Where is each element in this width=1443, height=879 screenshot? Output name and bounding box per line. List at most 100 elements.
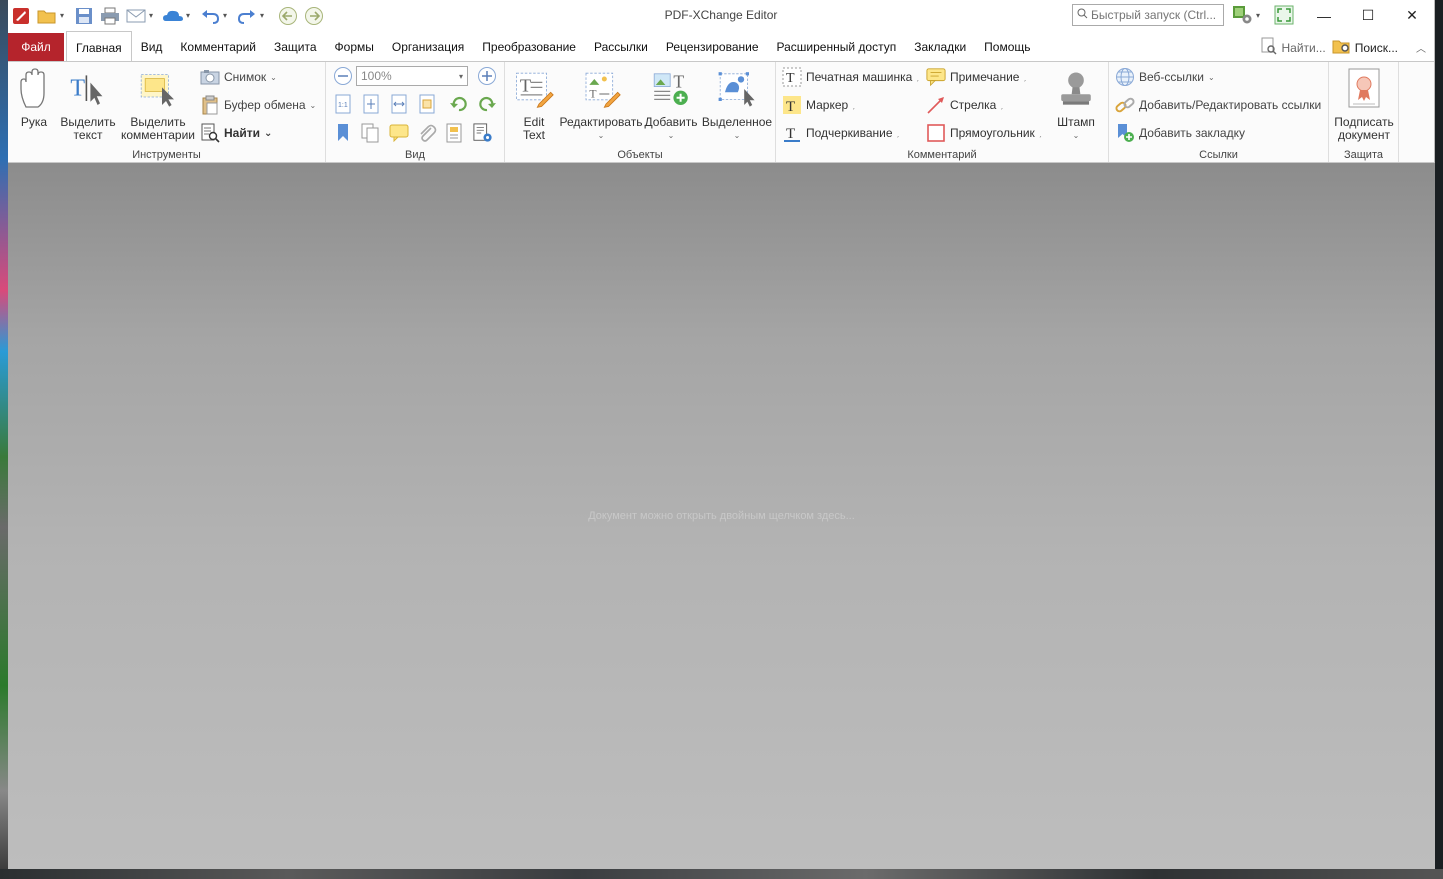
tab-share[interactable]: Расширенный доступ <box>768 33 906 61</box>
tab-organize[interactable]: Организация <box>383 33 473 61</box>
collapse-ribbon-icon[interactable]: ︿ <box>1416 40 1426 55</box>
note-dropdown-icon[interactable]: ˏ <box>1023 73 1026 82</box>
underline-dropdown-icon[interactable]: ˏ <box>897 129 900 138</box>
find-tool-button[interactable]: Найти ⌄ <box>200 122 272 144</box>
tab-help[interactable]: Помощь <box>975 33 1039 61</box>
edit-objects-dropdown-icon[interactable]: ⌄ <box>598 129 605 142</box>
email-dropdown-icon[interactable]: ▾ <box>149 11 157 20</box>
web-links-dropdown-icon[interactable]: ⌄ <box>1208 73 1215 82</box>
arrow-button[interactable]: Стрелка ˏ <box>926 94 1003 116</box>
redo-dropdown-icon[interactable]: ▾ <box>260 11 268 20</box>
fullscreen-icon[interactable] <box>1273 4 1295 26</box>
add-bookmark-button[interactable]: Добавить закладку <box>1115 122 1245 144</box>
clipboard-button[interactable]: Буфер обмена ⌄ <box>200 94 316 116</box>
tab-mailings[interactable]: Рассылки <box>585 33 657 61</box>
undo-dropdown-icon[interactable]: ▾ <box>223 11 231 20</box>
clipboard-dropdown-icon[interactable]: ⌄ <box>310 101 317 110</box>
edit-text-button[interactable]: T Edit Text <box>509 66 559 142</box>
add-objects-button[interactable]: T Добавить ⌄ <box>643 66 699 142</box>
note-button[interactable]: Примечание ˏ <box>926 66 1026 88</box>
settings-dropdown-icon[interactable]: ▾ <box>1256 11 1264 20</box>
settings-icon[interactable] <box>1232 4 1254 26</box>
add-edit-links-button[interactable]: Добавить/Редактировать ссылки <box>1115 94 1321 116</box>
selected-objects-dropdown-icon[interactable]: ⌄ <box>734 129 741 142</box>
hand-tool-button[interactable]: Рука <box>14 66 54 129</box>
typewriter-dropdown-icon[interactable]: ˏ <box>916 73 919 82</box>
find-doc-icon <box>1260 37 1278 58</box>
email-icon[interactable] <box>125 5 147 27</box>
selected-objects-button[interactable]: Выделенное ⌄ <box>701 66 773 142</box>
cloud-icon[interactable] <box>162 5 184 27</box>
tab-forms[interactable]: Формы <box>326 33 383 61</box>
web-links-button[interactable]: Веб-ссылки ⌄ <box>1115 66 1215 88</box>
bookmark-icon[interactable] <box>333 123 353 143</box>
zoom-combo[interactable]: 100% ▾ <box>356 66 468 86</box>
add-objects-icon: T <box>651 66 691 112</box>
tab-view[interactable]: Вид <box>132 33 172 61</box>
highlight-button[interactable]: T Маркер ˏ <box>782 94 855 116</box>
rectangle-dropdown-icon[interactable]: ˏ <box>1039 129 1042 138</box>
typewriter-button[interactable]: T Печатная машинка ˏ <box>782 66 919 88</box>
open-dropdown-icon[interactable]: ▾ <box>60 11 68 20</box>
add-objects-dropdown-icon[interactable]: ⌄ <box>668 129 675 142</box>
tab-file[interactable]: Файл <box>8 33 64 61</box>
tab-bookmarks[interactable]: Закладки <box>905 33 975 61</box>
fit-page-icon[interactable] <box>361 94 381 114</box>
fit-width-icon[interactable] <box>389 94 409 114</box>
attachments-icon[interactable] <box>417 123 437 143</box>
tab-comment[interactable]: Комментарий <box>171 33 265 61</box>
zoom-in-icon[interactable] <box>477 66 497 86</box>
tab-protect[interactable]: Защита <box>265 33 326 61</box>
arrow-dropdown-icon[interactable]: ˏ <box>1000 101 1003 110</box>
zoom-dropdown-icon[interactable]: ▾ <box>459 72 463 81</box>
undo-icon[interactable] <box>199 5 221 27</box>
cloud-dropdown-icon[interactable]: ▾ <box>186 11 194 20</box>
tab-review[interactable]: Рецензирование <box>657 33 768 61</box>
underline-label: Подчеркивание <box>806 126 893 140</box>
quick-launch-box[interactable] <box>1072 4 1224 26</box>
find-button[interactable]: Найти... <box>1260 37 1326 58</box>
document-settings-icon[interactable] <box>473 123 493 143</box>
group-links-label: Ссылки <box>1199 149 1238 161</box>
rotate-right-icon[interactable] <box>477 94 497 114</box>
stamp-dropdown-icon[interactable]: ⌄ <box>1073 129 1080 142</box>
snapshot-dropdown-icon[interactable]: ⌄ <box>270 73 277 82</box>
maximize-button[interactable]: ☐ <box>1346 0 1390 31</box>
tab-convert[interactable]: Преобразование <box>473 33 585 61</box>
actual-size-icon[interactable]: 1:1 <box>333 94 353 114</box>
select-comments-button[interactable]: Выделить комментарии <box>120 66 196 142</box>
open-folder-icon[interactable] <box>36 5 58 27</box>
rectangle-button[interactable]: Прямоугольник ˏ <box>926 122 1041 144</box>
back-icon[interactable] <box>277 5 299 27</box>
search-button[interactable]: Поиск... <box>1332 37 1398 58</box>
fit-visible-icon[interactable] <box>417 94 437 114</box>
redo-icon[interactable] <box>236 5 258 27</box>
tab-home[interactable]: Главная <box>66 31 132 61</box>
edit-objects-button[interactable]: T Редактировать ⌄ <box>560 66 642 142</box>
select-text-button[interactable]: T Выделить текст <box>60 66 116 142</box>
find-label: Найти... <box>1281 40 1326 55</box>
zoom-out-icon[interactable] <box>333 66 353 86</box>
print-icon[interactable] <box>99 5 121 27</box>
comments-panel-icon[interactable] <box>389 123 409 143</box>
pages-icon[interactable] <box>361 123 381 143</box>
rotate-left-icon[interactable] <box>449 94 469 114</box>
save-icon[interactable] <box>73 5 95 27</box>
quick-launch-input[interactable] <box>1091 8 1219 22</box>
forward-icon[interactable] <box>303 5 325 27</box>
select-text-icon: T <box>68 66 108 112</box>
highlight-dropdown-icon[interactable]: ˏ <box>852 101 855 110</box>
find-dropdown-icon[interactable]: ⌄ <box>264 128 272 139</box>
document-area[interactable]: Документ можно открыть двойным щелчком з… <box>8 163 1435 869</box>
underline-button[interactable]: T Подчеркивание ˏ <box>782 122 899 144</box>
sign-document-button[interactable]: Подписать документ <box>1333 66 1395 142</box>
group-tools-label: Инструменты <box>132 149 201 161</box>
stamp-button[interactable]: Штамп ⌄ <box>1052 66 1100 142</box>
close-button[interactable]: ✕ <box>1390 0 1434 31</box>
properties-icon[interactable] <box>445 123 465 143</box>
app-logo-icon[interactable] <box>10 5 32 27</box>
minimize-button[interactable]: — <box>1302 0 1346 31</box>
group-view-label: Вид <box>405 149 425 161</box>
snapshot-button[interactable]: Снимок ⌄ <box>200 66 277 88</box>
clipboard-label: Буфер обмена <box>224 98 306 112</box>
